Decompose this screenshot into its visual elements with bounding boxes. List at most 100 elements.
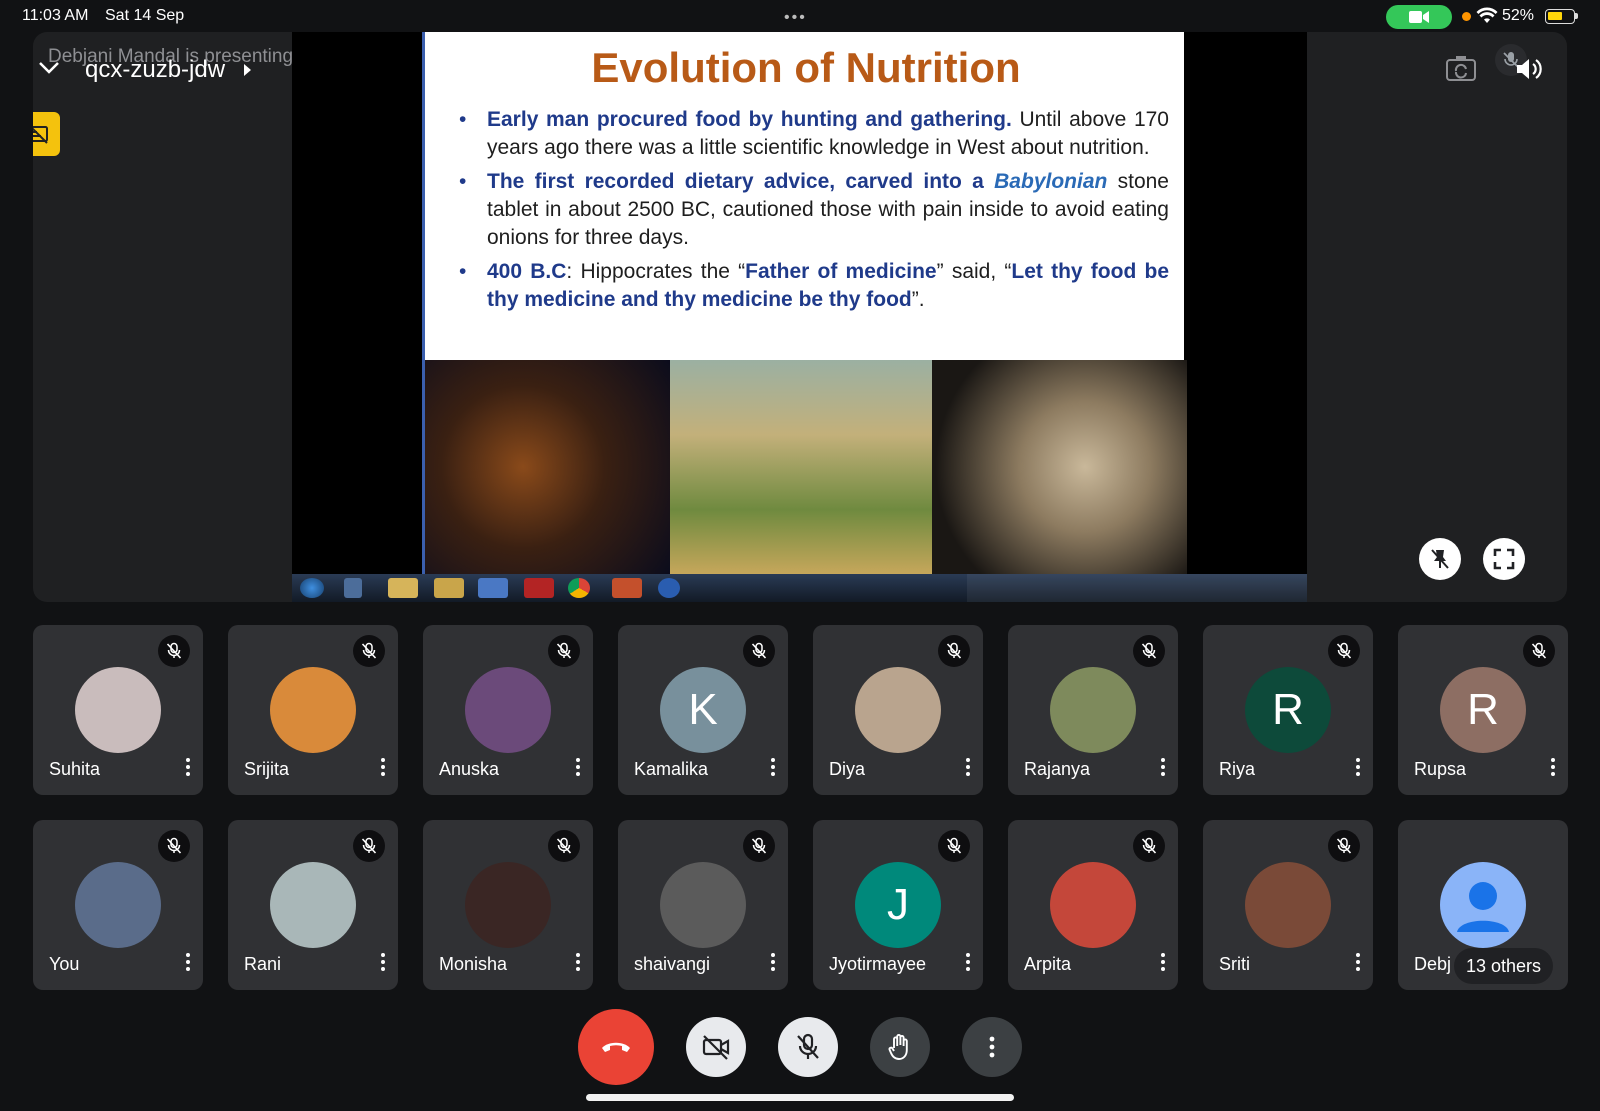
help-icon [658,578,680,598]
mic-off-icon [548,830,580,862]
campfire-image [425,360,670,574]
more-vert-icon[interactable] [1351,950,1365,976]
status-bar: 11:03 AM Sat 14 Sep ••• 52% [0,0,1600,32]
babylonian-tablet-image [932,360,1187,574]
participant-name: Rajanya [1024,759,1091,779]
more-vert-icon[interactable] [1546,755,1560,781]
participant-tile[interactable]: J Jyotirmayee [813,820,983,990]
slide: Evolution of Nutrition Early man procure… [422,32,1187,574]
more-vert-icon[interactable] [1351,755,1365,781]
avatar [75,862,161,948]
wifi-icon [1476,7,1498,23]
browser-icon [568,578,590,598]
participant-tile[interactable]: Rajanya [1008,625,1178,795]
avatar [1245,862,1331,948]
avatar [1050,667,1136,753]
avatar [855,667,941,753]
more-vert-icon[interactable] [181,755,195,781]
mic-off-icon [1523,635,1555,667]
participant-name: Anuska [439,759,500,779]
mic-off-icon [1133,635,1165,667]
unpin-button[interactable] [1419,538,1461,580]
more-vert-icon[interactable] [1156,950,1170,976]
participant-tile[interactable]: Arpita [1008,820,1178,990]
participant-tile[interactable]: Debj 13 others [1398,820,1568,990]
slide-bullets: Early man procured food by hunting and g… [459,106,1169,320]
mic-off-icon [1133,830,1165,862]
avatar: K [660,667,746,753]
more-vert-icon[interactable] [961,950,975,976]
more-options-button[interactable] [962,1017,1022,1077]
participant-tile[interactable]: Sriti [1203,820,1373,990]
microphone-off-button[interactable] [778,1017,838,1077]
pdf-icon [524,578,554,598]
app-icon [344,578,362,598]
switch-camera-icon[interactable] [1445,54,1477,82]
slide-bullet: Early man procured food by hunting and g… [459,106,1169,162]
participant-tile[interactable]: Monisha [423,820,593,990]
mic-off-icon [743,830,775,862]
more-vert-icon[interactable] [766,950,780,976]
mic-off-icon [743,635,775,667]
participant-tile[interactable]: R Rupsa [1398,625,1568,795]
slide-bullet: The first recorded dietary advice, carve… [459,168,1169,252]
participant-tile[interactable]: Rani [228,820,398,990]
status-time: 11:03 AM [22,7,89,24]
more-vert-icon[interactable] [1156,755,1170,781]
more-vert-icon[interactable] [181,950,195,976]
multitask-dots-icon[interactable]: ••• [784,9,807,27]
folder-icon [434,578,464,598]
mic-off-icon [938,635,970,667]
avatar [270,667,356,753]
participant-name: Rani [244,954,282,974]
fullscreen-button[interactable] [1483,538,1525,580]
avatar: J [855,862,941,948]
participant-name: Sriti [1219,954,1250,974]
home-indicator[interactable] [586,1094,1014,1101]
participant-tile[interactable]: You [33,820,203,990]
mic-off-icon [158,635,190,667]
camera-in-use-icon [1386,5,1452,29]
others-count-badge[interactable]: 13 others [1454,948,1554,984]
participant-tile[interactable]: Anuska [423,625,593,795]
participant-tile[interactable]: K Kamalika [618,625,788,795]
slide-images [425,360,1187,574]
participant-tile[interactable]: Diya [813,625,983,795]
presentation-stage[interactable]: Evolution of Nutrition Early man procure… [33,32,1567,602]
more-vert-icon[interactable] [766,755,780,781]
participant-name: You [49,954,80,974]
shared-taskbar [292,574,1307,602]
raise-hand-button[interactable] [870,1017,930,1077]
folder-icon [388,578,418,598]
avatar [465,667,551,753]
avatar: R [1440,667,1526,753]
speaker-icon[interactable] [1513,54,1543,84]
participant-tile[interactable]: Srijita [228,625,398,795]
mic-off-icon [548,635,580,667]
participant-tile[interactable]: R Riya [1203,625,1373,795]
participant-tile[interactable]: shaivangi [618,820,788,990]
avatar [1050,862,1136,948]
screen-share: Evolution of Nutrition Early man procure… [292,32,1307,602]
camera-off-button[interactable] [686,1017,746,1077]
participant-name: Rupsa [1414,759,1467,779]
captions-off-icon[interactable] [33,112,60,156]
end-call-button[interactable] [578,1009,654,1085]
participant-tile[interactable]: Suhita [33,625,203,795]
avatar [660,862,746,948]
more-vert-icon[interactable] [571,755,585,781]
chevron-right-icon[interactable] [244,64,251,76]
participant-name: shaivangi [634,954,711,974]
more-vert-icon[interactable] [961,755,975,781]
mic-off-icon [1328,635,1360,667]
more-vert-icon[interactable] [571,950,585,976]
more-vert-icon[interactable] [376,755,390,781]
chevron-down-icon[interactable] [36,58,62,76]
meeting-code[interactable]: qcx-zuzb-jdw [85,56,225,84]
more-vert-icon[interactable] [376,950,390,976]
status-date: Sat 14 Sep [105,7,185,24]
mic-off-icon [353,635,385,667]
participant-name: Kamalika [634,759,709,779]
mic-off-icon [353,830,385,862]
participant-name: Suhita [49,759,101,779]
